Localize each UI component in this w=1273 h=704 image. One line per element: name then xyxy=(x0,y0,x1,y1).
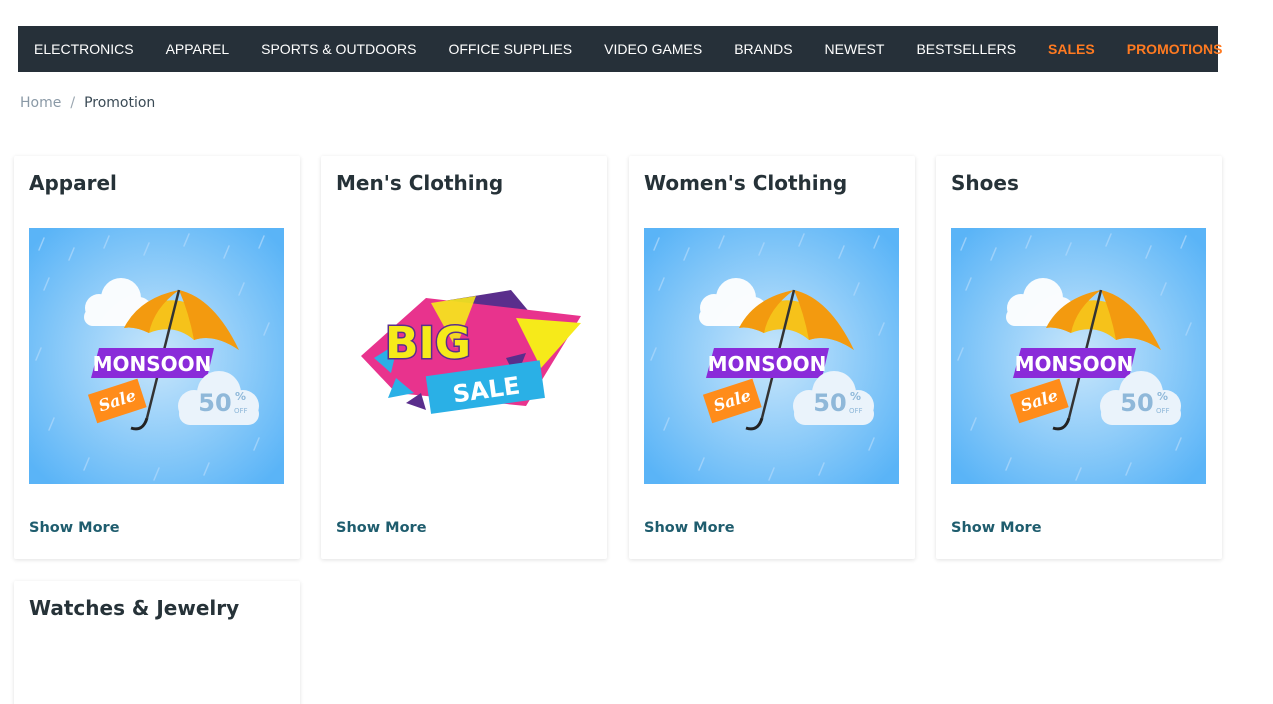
monsoon-sale-banner[interactable]: MONSOON Sale 50 % OFF xyxy=(644,228,899,484)
monsoon-sale-banner[interactable]: MONSOON Sale 50 % OFF xyxy=(29,228,284,484)
card-title: Apparel xyxy=(29,171,117,195)
monsoon-heading: MONSOON xyxy=(93,352,212,376)
breadcrumb-home-link[interactable]: Home xyxy=(20,95,61,111)
discount-value: 50 xyxy=(198,389,231,417)
card-title: Women's Clothing xyxy=(644,171,848,195)
promotion-card-womens-clothing: Women's Clothing MONSOON Sale 50 % OFF S… xyxy=(629,156,915,559)
monsoon-sale-image: MONSOON Sale 50 % OFF xyxy=(29,228,284,484)
nav-item-bestsellers[interactable]: BESTSELLERS xyxy=(900,26,1032,72)
nav-item-office-supplies[interactable]: OFFICE SUPPLIES xyxy=(432,26,588,72)
nav-item-brands[interactable]: BRANDS xyxy=(718,26,808,72)
promotion-card-apparel: Apparel MONSOON Sale 50 % OFF Show More xyxy=(14,156,300,559)
promotion-card-mens-clothing: Men's Clothing BIG SALE Show More xyxy=(321,156,607,559)
show-more-link[interactable]: Show More xyxy=(336,520,427,536)
nav-item-newest[interactable]: NEWEST xyxy=(809,26,901,72)
monsoon-heading: MONSOON xyxy=(708,352,827,376)
discount-percent: % xyxy=(235,390,246,403)
discount-percent: % xyxy=(1157,390,1168,403)
nav-item-sports-outdoors[interactable]: SPORTS & OUTDOORS xyxy=(245,26,432,72)
main-navigation: ELECTRONICS APPAREL SPORTS & OUTDOORS OF… xyxy=(18,26,1222,72)
discount-off: OFF xyxy=(1156,407,1170,415)
promotion-card-shoes: Shoes MONSOON Sale 50 % OFF Show More xyxy=(936,156,1222,559)
card-title: Shoes xyxy=(951,171,1019,195)
discount-off: OFF xyxy=(234,407,248,415)
card-title: Men's Clothing xyxy=(336,171,504,195)
show-more-link[interactable]: Show More xyxy=(951,520,1042,536)
big-text: BIG xyxy=(385,318,471,369)
monsoon-sale-image: MONSOON Sale 50 % OFF xyxy=(951,228,1206,484)
nav-item-video-games[interactable]: VIDEO GAMES xyxy=(588,26,718,72)
discount-value: 50 xyxy=(813,389,846,417)
promotion-card-watches-jewelry: Watches & Jewelry xyxy=(14,581,300,704)
big-sale-image: BIG SALE xyxy=(336,228,591,484)
breadcrumb-current: Promotion xyxy=(84,95,156,111)
nav-item-apparel[interactable]: APPAREL xyxy=(150,26,246,72)
nav-item-promotions[interactable]: PROMOTIONS xyxy=(1111,26,1239,72)
show-more-link[interactable]: Show More xyxy=(644,520,735,536)
nav-item-electronics[interactable]: ELECTRONICS xyxy=(18,26,150,72)
monsoon-sale-image: MONSOON Sale 50 % OFF xyxy=(644,228,899,484)
monsoon-sale-banner[interactable]: MONSOON Sale 50 % OFF xyxy=(951,228,1206,484)
breadcrumb-separator: / xyxy=(70,95,76,111)
show-more-link[interactable]: Show More xyxy=(29,520,120,536)
big-sale-banner[interactable]: BIG SALE xyxy=(336,228,591,484)
discount-percent: % xyxy=(850,390,861,403)
card-title: Watches & Jewelry xyxy=(29,596,240,620)
discount-value: 50 xyxy=(1120,389,1153,417)
discount-off: OFF xyxy=(849,407,863,415)
breadcrumb: Home / Promotion xyxy=(20,95,155,111)
nav-item-sales[interactable]: SALES xyxy=(1032,26,1111,72)
monsoon-heading: MONSOON xyxy=(1015,352,1134,376)
